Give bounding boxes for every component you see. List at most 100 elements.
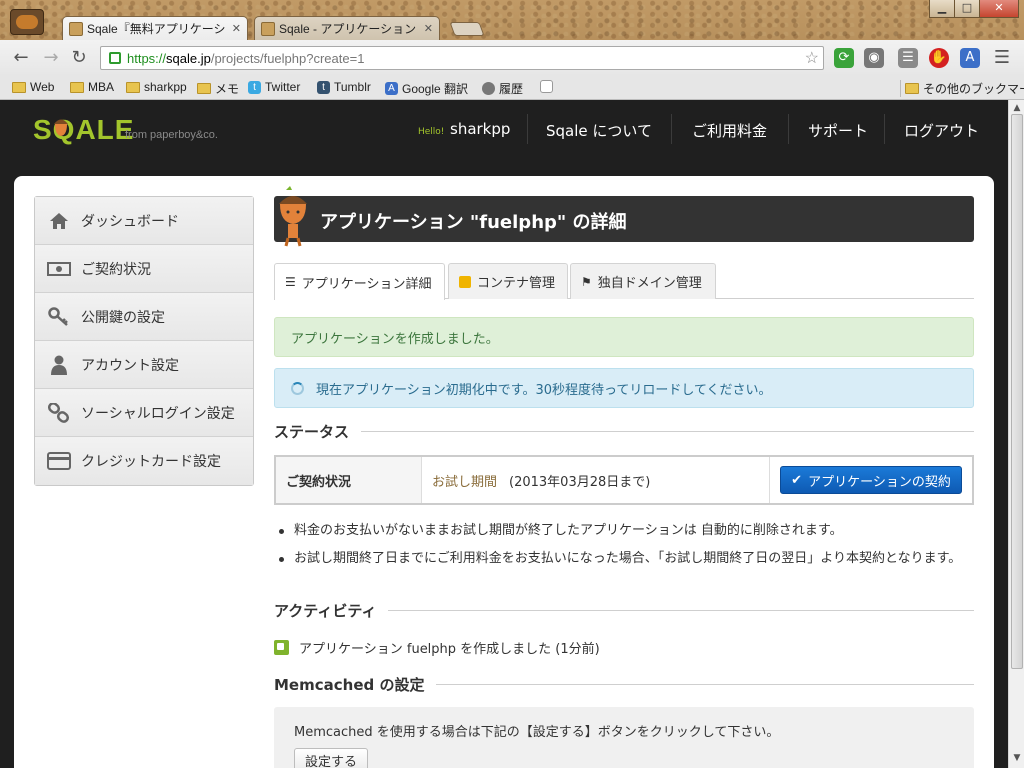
scroll-down-icon[interactable]: ▼ xyxy=(1011,752,1023,764)
success-alert: アプリケーションを作成しました。 xyxy=(274,317,974,357)
bookmarks-bar: Web MBA sharkpp メモ t Twitter t Tumblr A Goo… xyxy=(0,76,1024,100)
page-title: アプリケーション "fuelphp" の詳細 xyxy=(320,212,627,233)
tab-app-details[interactable]: ☰ アプリケーション詳細 xyxy=(274,263,445,300)
extension-refresh-icon[interactable]: ⟳ xyxy=(834,48,854,68)
page-scrollbar[interactable]: ▲ ▼ xyxy=(1008,100,1024,768)
browser-toolbar: ← → ↻ https://sqale.jp/projects/fuelphp?… xyxy=(0,40,1024,76)
tab-close-icon[interactable]: ✕ xyxy=(232,22,241,35)
folder-icon xyxy=(126,81,140,93)
url-path: /projects/fuelphp?create=1 xyxy=(210,50,365,66)
bookmark-label: Tumblr xyxy=(334,80,371,94)
nav-pricing[interactable]: ご利用料金 xyxy=(692,120,767,141)
info-alert: 現在アプリケーション初期化中です。30秒程度待ってリロードしてください。 xyxy=(274,368,974,408)
tab-close-icon[interactable]: ✕ xyxy=(424,22,433,35)
sidebar-item-social-login[interactable]: ソーシャルログイン設定 xyxy=(35,389,253,437)
browser-tab-1[interactable]: Sqale『無料アプリケーション1『 ✕ xyxy=(62,16,248,40)
reload-icon[interactable]: ↻ xyxy=(68,48,90,70)
sidebar-item-label: ご契約状況 xyxy=(81,261,151,278)
minimize-button[interactable]: ▁ xyxy=(929,0,955,18)
new-tab-button[interactable] xyxy=(449,22,485,36)
back-icon[interactable]: ← xyxy=(10,48,32,70)
banknote-icon xyxy=(47,259,71,279)
bookmark-star-icon[interactable]: ☆ xyxy=(805,48,819,68)
bookmark-memo[interactable]: メモ xyxy=(197,80,239,97)
other-bookmarks[interactable]: その他のブックマーク xyxy=(900,80,1024,97)
maximize-button[interactable]: □ xyxy=(954,0,980,18)
sidebar-item-account[interactable]: アカウント設定 xyxy=(35,341,253,389)
contract-app-button[interactable]: ✔ アプリケーションの契約 xyxy=(780,466,962,494)
nav-logout[interactable]: ログアウト xyxy=(904,120,979,141)
bookmark-label: sharkpp xyxy=(144,80,187,94)
bookmark-sharkpp[interactable]: sharkpp xyxy=(126,80,187,94)
extension-glasses-icon[interactable]: ◉ xyxy=(864,48,884,68)
link-icon xyxy=(47,402,71,423)
bookmark-twitter[interactable]: t Twitter xyxy=(248,80,300,94)
sidebar-item-dashboard[interactable]: ダッシュボード xyxy=(35,197,253,245)
acorn-mascot-icon xyxy=(279,186,307,247)
sidebar-item-contract[interactable]: ご契約状況 xyxy=(35,245,253,293)
bookmark-page[interactable] xyxy=(540,80,557,93)
nav-support[interactable]: サポート xyxy=(808,120,868,141)
sidebar-item-label: ソーシャルログイン設定 xyxy=(81,405,235,422)
check-icon: ✔ xyxy=(791,472,803,488)
memcached-setup-button[interactable]: 設定する xyxy=(294,748,369,768)
tab-label: コンテナ管理 xyxy=(477,276,556,291)
page-icon xyxy=(540,80,553,93)
cube-icon xyxy=(459,275,471,288)
tab-container-management[interactable]: コンテナ管理 xyxy=(448,263,568,299)
address-bar[interactable]: https://sqale.jp/projects/fuelphp?create… xyxy=(100,46,824,70)
tab-strip: Sqale『無料アプリケーション1『 ✕ Sqale - アプリケーション "f… xyxy=(0,0,1024,40)
bookmark-tumblr[interactable]: t Tumblr xyxy=(317,80,371,94)
sidebar-item-credit-card[interactable]: クレジットカード設定 xyxy=(35,437,253,485)
memcached-heading: Memcached の設定 xyxy=(274,674,437,695)
page-tabs: ☰ アプリケーション詳細 コンテナ管理 ⚑ 独自ドメイン管理 xyxy=(274,263,974,300)
hello-label: Hello! xyxy=(418,127,445,137)
nav-divider xyxy=(884,114,885,144)
bookmark-mba[interactable]: MBA xyxy=(70,80,114,94)
browser-tab-title: Sqale『無料アプリケーション1『 xyxy=(87,22,228,36)
page-title-bar: アプリケーション "fuelphp" の詳細 xyxy=(274,186,974,247)
nav-divider xyxy=(671,114,672,144)
page-viewport: SQALE from paperboy&co. Hello! sharkpp S… xyxy=(0,100,1008,768)
status-action-cell: ✔ アプリケーションの契約 xyxy=(770,457,972,503)
scroll-up-icon[interactable]: ▲ xyxy=(1011,102,1023,114)
status-heading: ステータス xyxy=(274,421,362,442)
scroll-thumb[interactable] xyxy=(1011,114,1023,669)
status-table: ご契約状況 お試し期間 (2013年03月28日まで) ✔ アプリケーションの契… xyxy=(274,455,974,505)
acorn-logo-icon xyxy=(54,119,68,136)
folder-icon xyxy=(197,83,211,94)
contract-app-button-label: アプリケーションの契約 xyxy=(808,474,951,490)
browser-app-icon xyxy=(10,9,44,35)
bookmark-label: 履歴 xyxy=(499,82,524,96)
bookmark-history[interactable]: 履歴 xyxy=(482,80,523,97)
browser-tab-2[interactable]: Sqale - アプリケーション "fue ✕ xyxy=(254,16,440,40)
section-divider xyxy=(274,431,974,432)
menu-icon[interactable]: ☰ xyxy=(991,48,1013,70)
sqale-favicon-icon xyxy=(261,21,275,36)
notes-list: 料金のお支払いがないままお試し期間が終了したアプリケーションは 自動的に削除され… xyxy=(274,521,984,577)
close-window-button[interactable]: ✕ xyxy=(979,0,1019,18)
memcached-box: Memcached を使用する場合は下記の【設定する】ボタンをクリックして下さい… xyxy=(274,707,974,768)
bookmark-label: MBA xyxy=(88,80,115,94)
forward-icon[interactable]: → xyxy=(40,48,62,70)
twitter-bird-icon: t xyxy=(248,80,261,94)
status-label: ご契約状況 xyxy=(276,457,422,503)
bookmark-label: メモ xyxy=(215,82,240,96)
other-bookmarks-label: その他のブックマーク xyxy=(923,82,1024,96)
tab-label: アプリケーション詳細 xyxy=(301,276,432,292)
sidebar-item-public-key[interactable]: 公開鍵の設定 xyxy=(35,293,253,341)
bookmark-icon: ⚑ xyxy=(581,274,592,289)
bookmark-google-translate[interactable]: A Google 翻訳 xyxy=(385,80,468,97)
sidebar-item-label: 公開鍵の設定 xyxy=(81,309,165,326)
bookmark-label: Google 翻訳 xyxy=(402,82,469,96)
history-icon xyxy=(482,82,495,95)
extension-stop-icon[interactable]: ✋ xyxy=(929,48,949,68)
bookmark-web[interactable]: Web xyxy=(12,80,54,94)
extension-feed-icon[interactable]: ☰ xyxy=(898,48,918,68)
username: sharkpp xyxy=(450,120,511,138)
tab-custom-domain[interactable]: ⚑ 独自ドメイン管理 xyxy=(570,263,716,299)
nav-about[interactable]: Sqale について xyxy=(546,120,652,141)
sqale-logo[interactable]: SQALE xyxy=(33,114,134,146)
extension-translate-icon[interactable]: A xyxy=(960,48,980,68)
site-header: SQALE from paperboy&co. Hello! sharkpp S… xyxy=(0,100,1008,176)
